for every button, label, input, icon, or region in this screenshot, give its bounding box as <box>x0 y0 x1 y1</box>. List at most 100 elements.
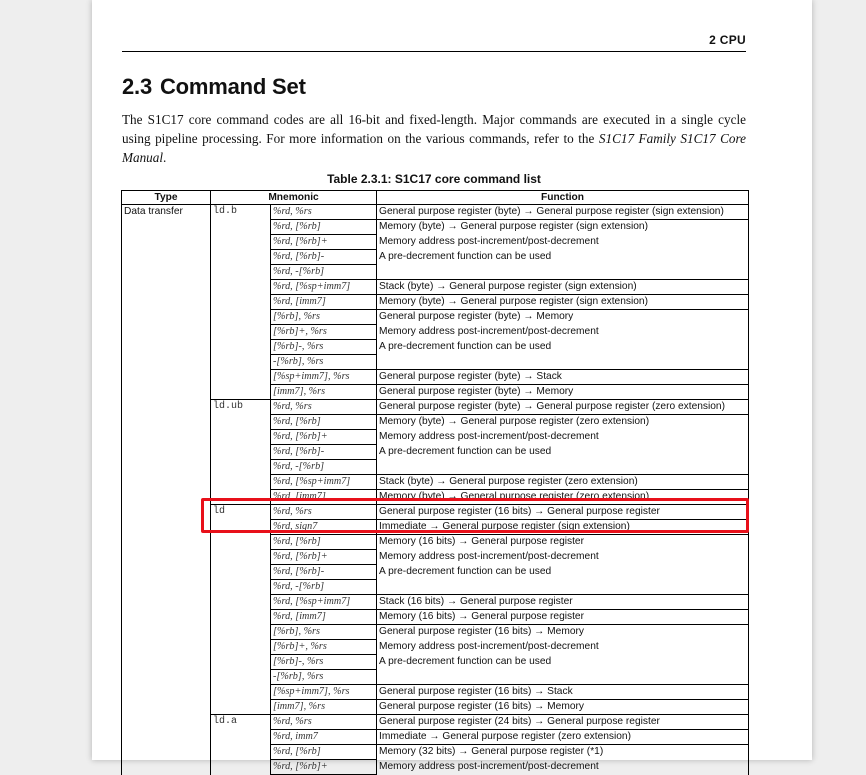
mnemonic-cell <box>210 429 271 445</box>
table-caption: Table 2.3.1: S1C17 core command list <box>327 172 541 186</box>
function-cell: Memory (byte) → General purpose register… <box>376 414 750 430</box>
function-cell: Memory address post-increment/post-decre… <box>376 234 750 250</box>
table-row: %rd, [%sp+imm7] Stack (byte) → General pu… <box>122 474 750 490</box>
table-row: [%rb], %rs General purpose register (16 b… <box>122 624 750 640</box>
function-cell: Memory (32 bits) → General purpose regis… <box>376 744 750 760</box>
operand-cell: %rd, [imm7] <box>269 489 378 505</box>
mnemonic-cell <box>210 219 271 235</box>
table-row: %rd, [%sp+imm7] Stack (16 bits) → General… <box>122 594 750 610</box>
operand-cell: %rd, [%rb]- <box>269 444 378 460</box>
operand-cell: %rd, [%sp+imm7] <box>269 279 378 295</box>
intro-paragraph: The S1C17 core command codes are all 16-… <box>122 110 746 167</box>
table-row: %rd, -[%rb] <box>122 264 750 280</box>
function-cell <box>376 459 750 475</box>
section-title: 2.3 Command Set <box>122 74 306 100</box>
function-cell: Memory (byte) → General purpose register… <box>376 219 750 235</box>
table-row: [imm7], %rs General purpose register (byt… <box>122 384 750 400</box>
table-row: %rd, -[%rb] <box>122 579 750 595</box>
mnemonic-cell: ld.a <box>210 714 271 730</box>
header-mnemonic: Mnemonic <box>209 190 378 205</box>
operand-cell: %rd, [%rb] <box>269 534 378 550</box>
header-type: Type <box>121 190 211 205</box>
function-cell <box>376 354 750 370</box>
operand-cell: -[%rb], %rs <box>269 669 378 685</box>
table-row: %rd, [%rb] Memory (byte) → General purpos… <box>122 414 750 430</box>
operand-cell: %rd, imm7 <box>269 729 378 745</box>
table-row: -[%rb], %rs <box>122 669 750 685</box>
table-row: [%rb], %rs General purpose register (byte… <box>122 309 750 325</box>
table-row: %rd, [%rb] Memory (byte) → General purpos… <box>122 219 750 235</box>
table-row: ld %rd, %rs General purpose register (16 b… <box>122 504 750 520</box>
operand-cell: [%rb]-, %rs <box>269 339 378 355</box>
table-row: [%sp+imm7], %rs General purpose register … <box>122 684 750 700</box>
table-row: %rd, [%rb]+ Memory address post-increment… <box>122 429 750 445</box>
command-table: Type Mnemonic Function Data transfer ld.b… <box>121 190 750 775</box>
table-row: [%rb]-, %rs A pre-decrement function can … <box>122 339 750 355</box>
mnemonic-cell <box>210 699 271 715</box>
mnemonic-cell <box>210 654 271 670</box>
table-row: ld.ub %rd, %rs General purpose register (b… <box>122 399 750 415</box>
type-cell: Data transfer <box>121 204 211 775</box>
function-cell: General purpose register (16 bits) → Mem… <box>376 699 750 715</box>
mnemonic-cell <box>210 729 271 745</box>
operand-cell: [%rb]+, %rs <box>269 324 378 340</box>
table-row: %rd, [%rb]- A pre-decrement function can … <box>122 249 750 265</box>
mnemonic-cell <box>210 534 271 550</box>
mnemonic-cell <box>210 624 271 640</box>
operand-cell: %rd, [%rb]+ <box>269 549 378 565</box>
function-cell: Memory address post-increment/post-decre… <box>376 759 750 775</box>
mnemonic-cell <box>210 324 271 340</box>
operand-cell: [%sp+imm7], %rs <box>269 369 378 385</box>
mnemonic-cell <box>210 684 271 700</box>
table-row: -[%rb], %rs <box>122 354 750 370</box>
table-row: %rd, [%rb]- A pre-decrement function can … <box>122 564 750 580</box>
operand-cell: [%rb]+, %rs <box>269 639 378 655</box>
table-body: Data transfer ld.b %rd, %rs General purpose… <box>121 204 750 775</box>
mnemonic-cell <box>210 474 271 490</box>
operand-cell: %rd, -[%rb] <box>269 264 378 280</box>
function-cell: A pre-decrement function can be used <box>376 654 750 670</box>
function-cell: Stack (byte) → General purpose register … <box>376 474 750 490</box>
function-cell: Memory address post-increment/post-decre… <box>376 639 750 655</box>
table-row: %rd, imm7 Immediate → General purpose reg… <box>122 729 750 745</box>
table-header-row: Type Mnemonic Function <box>121 190 750 205</box>
function-cell: Stack (byte) → General purpose register … <box>376 279 750 295</box>
mnemonic-cell <box>210 294 271 310</box>
mnemonic-cell <box>210 489 271 505</box>
operand-cell: %rd, [%sp+imm7] <box>269 594 378 610</box>
mnemonic-cell <box>210 459 271 475</box>
document-page: 2 CPU 2.3 Command Set The S1C17 core comm… <box>92 0 812 775</box>
mnemonic-cell <box>210 609 271 625</box>
operand-cell: %rd, [%rb]- <box>269 249 378 265</box>
mnemonic-cell <box>210 309 271 325</box>
function-cell: General purpose register (16 bits) → Sta… <box>376 684 750 700</box>
mnemonic-cell <box>210 354 271 370</box>
mnemonic-cell <box>210 519 271 535</box>
operand-cell: %rd, [%rb] <box>269 744 378 760</box>
table-row: Data transfer ld.b %rd, %rs General purpose… <box>121 204 750 775</box>
function-cell <box>376 264 750 280</box>
operand-cell: %rd, [%rb]+ <box>269 429 378 445</box>
function-cell: Immediate → General purpose register (si… <box>376 519 750 535</box>
table-row: %rd, [%rb]+ Memory address post-increment… <box>122 759 750 775</box>
table-row: [%rb]+, %rs Memory address post-increment… <box>122 639 750 655</box>
function-cell: A pre-decrement function can be used <box>376 249 750 265</box>
operand-cell: [%rb]-, %rs <box>269 654 378 670</box>
mnemonic-cell <box>210 444 271 460</box>
table-row: %rd, [imm7] Memory (16 bits) → General pu… <box>122 609 750 625</box>
operand-cell: [imm7], %rs <box>269 384 378 400</box>
table-row: %rd, [imm7] Memory (byte) → General purpo… <box>122 489 750 505</box>
function-cell: Memory (byte) → General purpose register… <box>376 294 750 310</box>
mnemonic-cell <box>210 549 271 565</box>
function-cell: General purpose register (byte) → Memory <box>376 309 750 325</box>
operand-cell: %rd, -[%rb] <box>269 459 378 475</box>
mnemonic-cell <box>210 279 271 295</box>
operand-cell: %rd, sign7 <box>269 519 378 535</box>
mnemonic-cell: ld.b <box>210 204 271 220</box>
function-cell: Memory (byte) → General purpose register… <box>376 489 750 505</box>
operand-cell: %rd, [imm7] <box>269 294 378 310</box>
mnemonic-cell <box>210 249 271 265</box>
function-cell: General purpose register (byte) → Stack <box>376 369 750 385</box>
header-function: Function <box>376 190 750 205</box>
operand-cell: %rd, %rs <box>269 204 378 220</box>
